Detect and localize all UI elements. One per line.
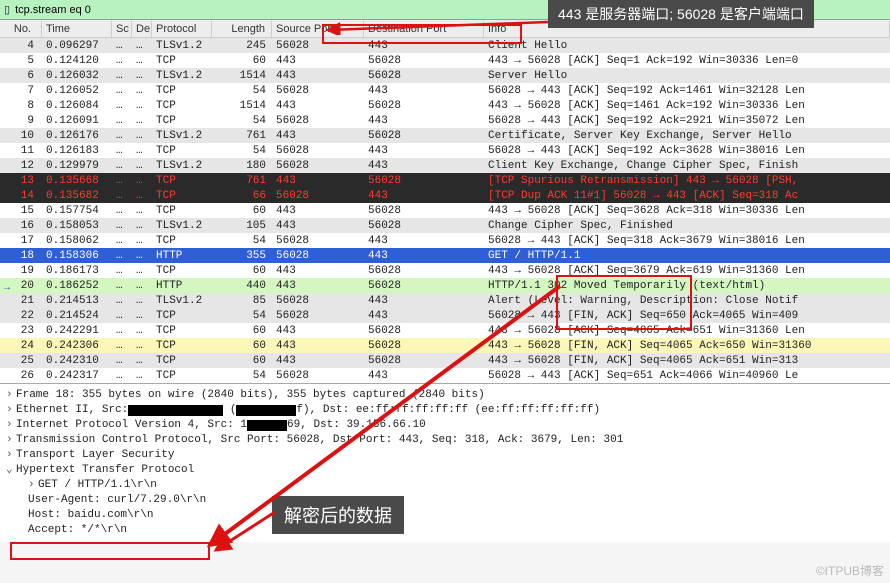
packet-row[interactable]: 50.124120……TCP6044356028443 → 56028 [ACK… — [0, 53, 890, 68]
packet-row[interactable]: 250.242310……TCP6044356028443 → 56028 [FI… — [0, 353, 890, 368]
detail-ethernet[interactable]: ›Ethernet II, Src: xxxxxxxx (xxxxf), Dst… — [6, 403, 884, 418]
packet-row[interactable]: 150.157754……TCP6044356028443 → 56028 [AC… — [0, 203, 890, 218]
packet-row[interactable]: 260.242317……TCP545602844356028 → 443 [AC… — [0, 368, 890, 383]
packet-row[interactable]: 100.126176……TLSv1.276144356028Certificat… — [0, 128, 890, 143]
packet-row[interactable]: 220.214524……TCP545602844356028 → 443 [FI… — [0, 308, 890, 323]
detail-http-host[interactable]: Host: baidu.com\r\n — [6, 508, 884, 523]
packet-row[interactable]: 80.126084……TCP151444356028443 → 56028 [A… — [0, 98, 890, 113]
packet-row[interactable]: 210.214513……TLSv1.28556028443Alert (Leve… — [0, 293, 890, 308]
packet-row[interactable]: 160.158053……TLSv1.210544356028Change Cip… — [0, 218, 890, 233]
detail-http-get[interactable]: ›GET / HTTP/1.1\r\n — [6, 478, 884, 493]
detail-ip[interactable]: ›Internet Protocol Version 4, Src: 1x69,… — [6, 418, 884, 433]
packet-row[interactable]: 180.158306……HTTP35556028443GET / HTTP/1.… — [0, 248, 890, 263]
chevron-right-icon: › — [6, 418, 16, 433]
filter-icon: ▯ — [4, 3, 10, 16]
packet-row[interactable]: 230.242291……TCP6044356028443 → 56028 [AC… — [0, 323, 890, 338]
annotation-host-header — [10, 542, 210, 560]
packet-row[interactable]: 90.126091……TCP545602844356028 → 443 [ACK… — [0, 113, 890, 128]
annotation-top-callout: 443 是服务器端口; 56028 是客户端端口 — [548, 0, 814, 28]
chevron-down-icon: ⌄ — [6, 463, 16, 478]
packet-row[interactable]: 200.186252……HTTP44044356028HTTP/1.1 302 … — [0, 278, 890, 293]
packet-row[interactable]: 130.135668……TCP76144356028[TCP Spurious … — [0, 173, 890, 188]
annotation-bottom-callout: 解密后的数据 — [272, 496, 404, 534]
detail-tcp[interactable]: ›Transmission Control Protocol, Src Port… — [6, 433, 884, 448]
col-header-dest-port[interactable]: Destination Port — [364, 21, 484, 37]
packet-row[interactable]: 190.186173……TCP6044356028443 → 56028 [AC… — [0, 263, 890, 278]
detail-http-ua[interactable]: User-Agent: curl/7.29.0\r\n — [6, 493, 884, 508]
packet-details-pane[interactable]: ›Frame 18: 355 bytes on wire (2840 bits)… — [0, 383, 890, 542]
col-header-dest[interactable]: De — [132, 21, 152, 37]
packet-row[interactable]: 140.135682……TCP6656028443[TCP Dup ACK 11… — [0, 188, 890, 203]
selected-row-arrow-icon: → — [2, 282, 12, 293]
packet-list[interactable]: 40.096297……TLSv1.224556028443Client Hell… — [0, 38, 890, 383]
chevron-right-icon: › — [6, 388, 16, 403]
packet-row[interactable]: 70.126052……TCP545602844356028 → 443 [ACK… — [0, 83, 890, 98]
col-header-source-port[interactable]: Source Port — [272, 21, 364, 37]
col-header-no[interactable]: No. — [0, 21, 42, 37]
packet-row[interactable]: 170.158062……TCP545602844356028 → 443 [AC… — [0, 233, 890, 248]
detail-http-accept[interactable]: Accept: */*\r\n — [6, 523, 884, 538]
packet-row[interactable]: 60.126032……TLSv1.2151444356028Server Hel… — [0, 68, 890, 83]
redacted-src-mac: xxxxxxxx — [128, 405, 223, 416]
col-header-time[interactable]: Time — [42, 21, 112, 37]
col-header-length[interactable]: Length — [212, 21, 272, 37]
detail-http[interactable]: ⌄Hypertext Transfer Protocol — [6, 463, 884, 478]
redacted-mac: xxxx — [236, 405, 296, 416]
chevron-right-icon: › — [6, 403, 16, 418]
packet-row[interactable]: 40.096297……TLSv1.224556028443Client Hell… — [0, 38, 890, 53]
chevron-right-icon: › — [28, 478, 38, 493]
col-header-protocol[interactable]: Protocol — [152, 21, 212, 37]
chevron-right-icon: › — [6, 433, 16, 448]
redacted-ip: x — [247, 420, 287, 431]
packet-row[interactable]: 120.129979……TLSv1.218056028443Client Key… — [0, 158, 890, 173]
packet-row[interactable]: 240.242306……TCP6044356028443 → 56028 [FI… — [0, 338, 890, 353]
watermark: ©ITPUB博客 — [816, 562, 884, 579]
chevron-right-icon: › — [6, 448, 16, 463]
packet-row[interactable]: 110.126183……TCP545602844356028 → 443 [AC… — [0, 143, 890, 158]
detail-frame[interactable]: ›Frame 18: 355 bytes on wire (2840 bits)… — [6, 388, 884, 403]
detail-tls[interactable]: ›Transport Layer Security — [6, 448, 884, 463]
col-header-source[interactable]: Sc — [112, 21, 132, 37]
